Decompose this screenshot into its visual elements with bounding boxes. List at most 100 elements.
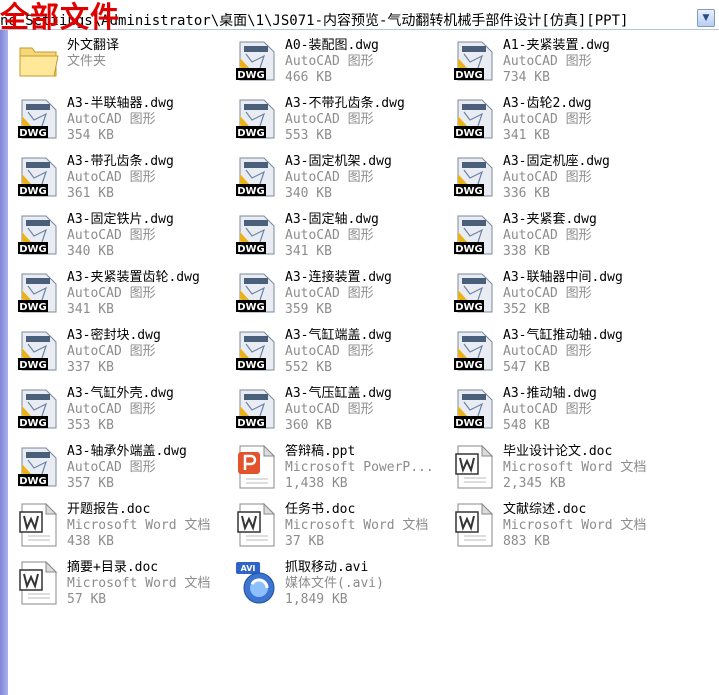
- file-item[interactable]: DWG A3-连接装置.dwg AutoCAD 图形 359 KB: [234, 270, 452, 328]
- dwg-icon: DWG: [234, 386, 280, 432]
- file-item[interactable]: DWG A3-密封块.dwg AutoCAD 图形 337 KB: [16, 328, 234, 386]
- dwg-icon-label: DWG: [237, 302, 265, 313]
- file-item[interactable]: DWG A3-带孔齿条.dwg AutoCAD 图形 361 KB: [16, 154, 234, 212]
- file-name: 答辩稿.ppt: [285, 444, 356, 459]
- file-item[interactable]: 开题报告.doc Microsoft Word 文档 438 KB: [16, 502, 234, 560]
- file-info: 文献综述.doc Microsoft Word 文档 883 KB: [503, 502, 646, 550]
- file-name: A3-气缸推动轴.dwg: [503, 328, 623, 343]
- file-size: 353 KB: [67, 418, 114, 433]
- file-item[interactable]: DWG A3-固定铁片.dwg AutoCAD 图形 340 KB: [16, 212, 234, 270]
- file-name: A3-推动轴.dwg: [503, 386, 597, 401]
- file-info: 毕业设计论文.doc Microsoft Word 文档 2,345 KB: [503, 444, 646, 492]
- file-item[interactable]: DWG A3-联轴器中间.dwg AutoCAD 图形 352 KB: [452, 270, 670, 328]
- dwg-icon: DWG: [16, 444, 62, 490]
- file-type: AutoCAD 图形: [503, 286, 592, 301]
- file-info: A3-联轴器中间.dwg AutoCAD 图形 352 KB: [503, 270, 623, 318]
- file-type: Microsoft Word 文档: [503, 460, 647, 475]
- file-name: 毕业设计论文.doc: [503, 444, 613, 459]
- file-item[interactable]: 文献综述.doc Microsoft Word 文档 883 KB: [452, 502, 670, 560]
- file-info: A3-连接装置.dwg AutoCAD 图形 359 KB: [285, 270, 392, 318]
- file-item[interactable]: DWG A0-装配图.dwg AutoCAD 图形 466 KB: [234, 38, 452, 96]
- file-type: AutoCAD 图形: [503, 112, 592, 127]
- file-type: Microsoft Word 文档: [67, 576, 211, 591]
- file-item[interactable]: 摘要+目录.doc Microsoft Word 文档 57 KB: [16, 560, 234, 618]
- file-type: AutoCAD 图形: [67, 170, 156, 185]
- file-name: A3-联轴器中间.dwg: [503, 270, 623, 285]
- file-item[interactable]: DWG A3-气压缸盖.dwg AutoCAD 图形 360 KB: [234, 386, 452, 444]
- file-item[interactable]: 答辩稿.ppt Microsoft PowerP... 1,438 KB: [234, 444, 452, 502]
- dwg-icon-label: DWG: [237, 360, 265, 371]
- file-item[interactable]: DWG A3-固定轴.dwg AutoCAD 图形 341 KB: [234, 212, 452, 270]
- file-size: 2,345 KB: [503, 476, 566, 491]
- file-item[interactable]: DWG A3-固定机架.dwg AutoCAD 图形 340 KB: [234, 154, 452, 212]
- file-item[interactable]: DWG A3-夹紧装置齿轮.dwg AutoCAD 图形 341 KB: [16, 270, 234, 328]
- file-item[interactable]: DWG A3-固定机座.dwg AutoCAD 图形 336 KB: [452, 154, 670, 212]
- file-size: 552 KB: [285, 360, 332, 375]
- file-item[interactable]: DWG A3-气缸外壳.dwg AutoCAD 图形 353 KB: [16, 386, 234, 444]
- file-info: 任务书.doc Microsoft Word 文档 37 KB: [285, 502, 428, 550]
- dwg-icon-label: DWG: [237, 186, 265, 197]
- file-item[interactable]: DWG A3-齿轮2.dwg AutoCAD 图形 341 KB: [452, 96, 670, 154]
- file-size: 341 KB: [285, 244, 332, 259]
- file-info: A3-不带孔齿条.dwg AutoCAD 图形 553 KB: [285, 96, 405, 144]
- file-type: Microsoft Word 文档: [503, 518, 647, 533]
- file-type: AutoCAD 图形: [285, 402, 374, 417]
- dwg-icon-label: DWG: [19, 186, 47, 197]
- dwg-icon-label: DWG: [19, 128, 47, 139]
- file-item[interactable]: DWG A3-推动轴.dwg AutoCAD 图形 548 KB: [452, 386, 670, 444]
- file-info: 开题报告.doc Microsoft Word 文档 438 KB: [67, 502, 210, 550]
- file-item[interactable]: DWG A3-轴承外端盖.dwg AutoCAD 图形 357 KB: [16, 444, 234, 502]
- file-name: A3-半联轴器.dwg: [67, 96, 174, 111]
- file-info: A3-带孔齿条.dwg AutoCAD 图形 361 KB: [67, 154, 174, 202]
- file-item[interactable]: DWG A1-夹紧装置.dwg AutoCAD 图形 734 KB: [452, 38, 670, 96]
- dwg-icon-label: DWG: [19, 244, 47, 255]
- file-name: A3-轴承外端盖.dwg: [67, 444, 187, 459]
- file-type: AutoCAD 图形: [67, 344, 156, 359]
- file-type: AutoCAD 图形: [285, 228, 374, 243]
- file-name: 文献综述.doc: [503, 502, 587, 517]
- file-size: 354 KB: [67, 128, 114, 143]
- file-name: A1-夹紧装置.dwg: [503, 38, 610, 53]
- avi-icon-label: AVI: [241, 564, 256, 573]
- file-name: A3-固定轴.dwg: [285, 212, 379, 227]
- file-item[interactable]: DWG A3-不带孔齿条.dwg AutoCAD 图形 553 KB: [234, 96, 452, 154]
- file-size: 360 KB: [285, 418, 332, 433]
- file-item[interactable]: DWG A3-气缸端盖.dwg AutoCAD 图形 552 KB: [234, 328, 452, 386]
- file-info: 抓取移动.avi 媒体文件(.avi) 1,849 KB: [285, 560, 384, 608]
- dwg-icon: DWG: [452, 328, 498, 374]
- file-size: 883 KB: [503, 534, 550, 549]
- file-type: AutoCAD 图形: [285, 170, 374, 185]
- file-size: 336 KB: [503, 186, 550, 201]
- dwg-icon: DWG: [452, 386, 498, 432]
- dwg-icon: DWG: [452, 270, 498, 316]
- file-item[interactable]: 毕业设计论文.doc Microsoft Word 文档 2,345 KB: [452, 444, 670, 502]
- doc-icon: [234, 502, 280, 548]
- address-dropdown-button[interactable]: ▼: [697, 9, 715, 27]
- file-size: 438 KB: [67, 534, 114, 549]
- file-type: Microsoft PowerP...: [285, 460, 434, 475]
- file-info: A3-气缸外壳.dwg AutoCAD 图形 353 KB: [67, 386, 174, 434]
- file-item[interactable]: DWG A3-夹紧套.dwg AutoCAD 图形 338 KB: [452, 212, 670, 270]
- doc-icon: [452, 444, 498, 490]
- file-item[interactable]: DWG A3-半联轴器.dwg AutoCAD 图形 354 KB: [16, 96, 234, 154]
- file-info: A3-夹紧装置齿轮.dwg AutoCAD 图形 341 KB: [67, 270, 200, 318]
- file-item[interactable]: AVI 抓取移动.avi 媒体文件(.avi) 1,849 KB: [234, 560, 452, 618]
- file-info: A3-密封块.dwg AutoCAD 图形 337 KB: [67, 328, 161, 376]
- dwg-icon-label: DWG: [237, 70, 265, 81]
- file-item[interactable]: 外文翻译 文件夹: [16, 38, 234, 96]
- file-name: 摘要+目录.doc: [67, 560, 159, 575]
- file-type: AutoCAD 图形: [67, 402, 156, 417]
- ppt-icon: [234, 444, 280, 490]
- dwg-icon: DWG: [16, 96, 62, 142]
- file-size: 57 KB: [67, 592, 107, 607]
- file-item[interactable]: DWG A3-气缸推动轴.dwg AutoCAD 图形 547 KB: [452, 328, 670, 386]
- file-type: AutoCAD 图形: [285, 54, 374, 69]
- file-type: AutoCAD 图形: [503, 344, 592, 359]
- file-name: A3-气缸端盖.dwg: [285, 328, 392, 343]
- dwg-icon: DWG: [234, 96, 280, 142]
- file-info: A3-推动轴.dwg AutoCAD 图形 548 KB: [503, 386, 597, 434]
- file-item[interactable]: 任务书.doc Microsoft Word 文档 37 KB: [234, 502, 452, 560]
- file-size: 734 KB: [503, 70, 550, 85]
- file-size: 337 KB: [67, 360, 114, 375]
- file-type: AutoCAD 图形: [503, 402, 592, 417]
